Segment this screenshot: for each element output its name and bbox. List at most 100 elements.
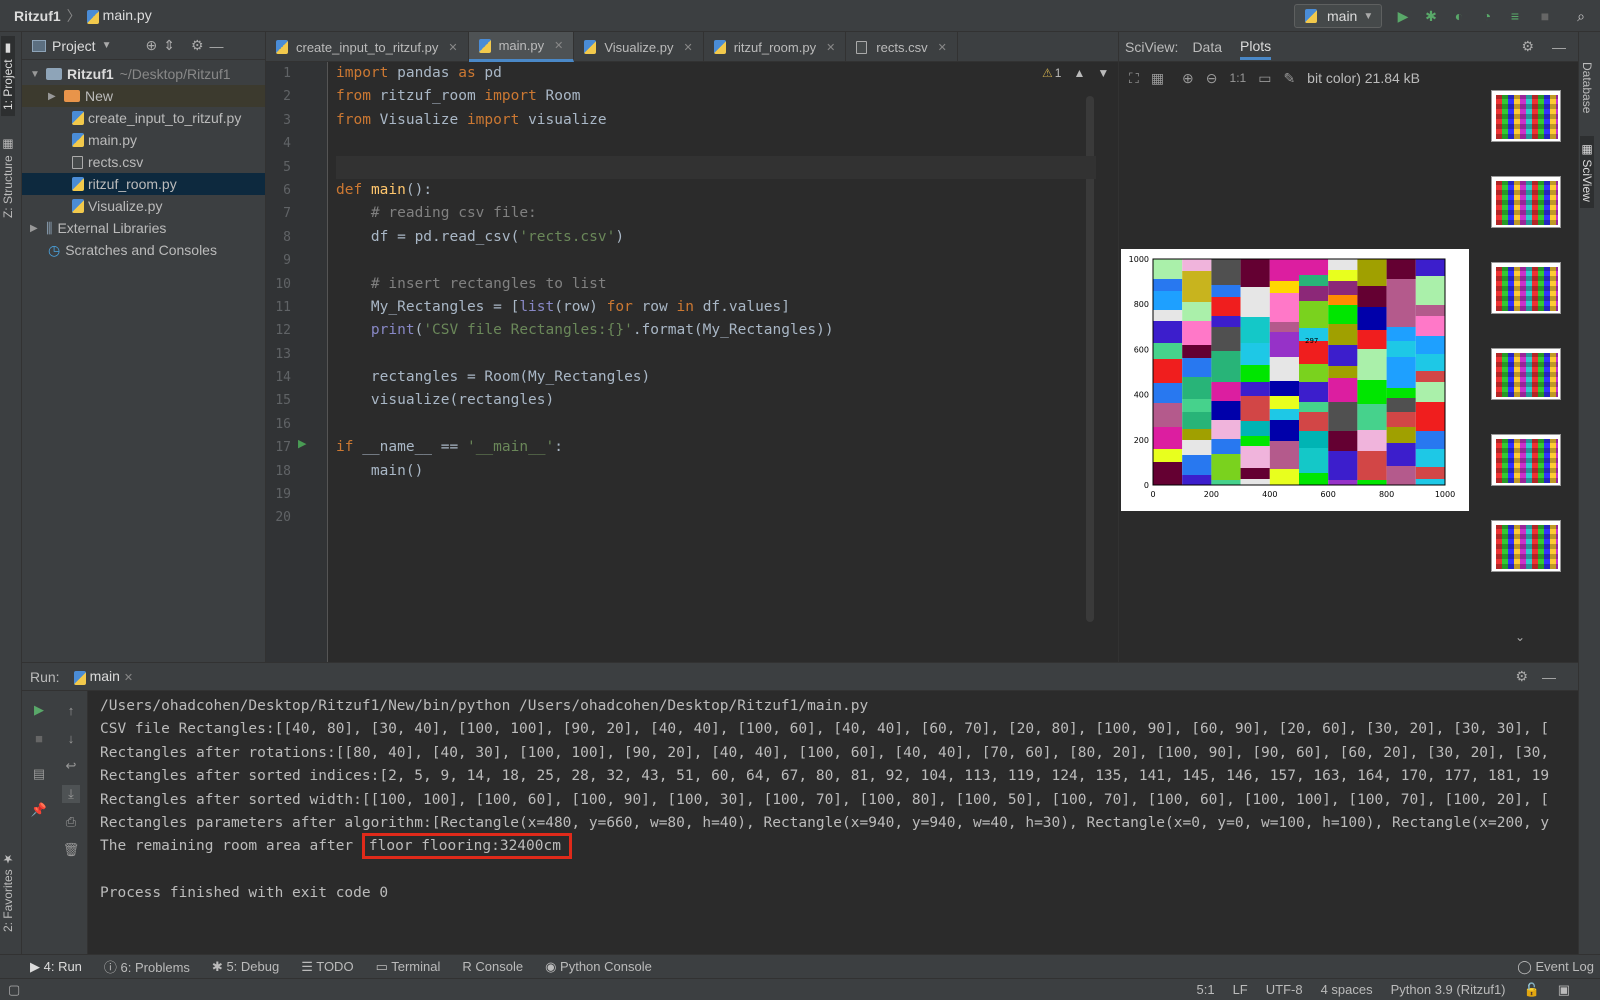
hide-icon[interactable]: — (210, 38, 224, 54)
tree-root[interactable]: ▼ Ritzuf1 ~/Desktop/Ritzuf1 (22, 63, 265, 85)
code-content[interactable]: import pandas as pd from ritzuf_room imp… (336, 62, 1096, 662)
tab-rects-csv[interactable]: rects.csv ✕ (846, 32, 958, 62)
close-icon[interactable]: ✕ (683, 41, 692, 54)
plot-thumbnail[interactable] (1491, 262, 1561, 314)
stop-icon[interactable]: ■ (30, 729, 48, 747)
tab-run-tool[interactable]: ▶ 4: Run (30, 959, 82, 975)
hide-icon[interactable]: — (1542, 669, 1556, 685)
run-gutter-icon[interactable]: ▶ (298, 437, 306, 450)
trash-icon[interactable]: 🗑 (62, 841, 80, 859)
breadcrumb-project[interactable]: Ritzuf1 (14, 8, 61, 24)
event-log-button[interactable]: ◯ Event Log (1517, 959, 1594, 975)
tab-ritzuf-room[interactable]: ritzuf_room.py ✕ (704, 32, 847, 62)
close-icon[interactable]: ✕ (938, 41, 947, 54)
tab-plots[interactable]: Plots (1240, 33, 1272, 60)
tree-item-visualize[interactable]: Visualize.py (22, 195, 265, 217)
tree-item-create-input[interactable]: create_input_to_ritzuf.py (22, 107, 265, 129)
tab-python-console-tool[interactable]: ◉ Python Console (545, 959, 652, 975)
plot-rectangle (1182, 321, 1212, 345)
grid-icon[interactable]: ▦ (1151, 70, 1164, 87)
line-separator[interactable]: LF (1233, 982, 1248, 997)
tab-main[interactable]: main.py ✕ (468, 32, 575, 62)
tab-project-tool[interactable]: 1: Project ▮ (1, 36, 15, 117)
scroll-to-end-icon[interactable]: ⤓ (62, 785, 80, 803)
plot-thumbnail[interactable] (1491, 90, 1561, 142)
collapse-all-icon[interactable]: ⇕ (163, 37, 175, 54)
plot-rectangle (1357, 480, 1387, 485)
console-output[interactable]: /Users/ohadcohen/Desktop/Ritzuf1/New/bin… (100, 691, 1578, 955)
tab-favorites-tool[interactable]: 2: Favorites ★ (1, 846, 15, 938)
close-icon[interactable]: ✕ (826, 41, 835, 54)
expand-arrow-icon[interactable]: ▶ (30, 223, 42, 234)
tab-problems-tool[interactable]: ⓘ 6: Problems (104, 957, 190, 976)
caret-position[interactable]: 5:1 (1196, 982, 1214, 997)
run-with-concurrency-icon[interactable]: ≡ (1506, 7, 1524, 25)
locate-icon[interactable]: ⊕ (145, 37, 157, 54)
tree-item-external-libraries[interactable]: ▶ ⫼ External Libraries (22, 217, 265, 239)
plot-thumbnail[interactable] (1491, 348, 1561, 400)
tree-item-ritzuf-room[interactable]: ritzuf_room.py (22, 173, 265, 195)
zoom-in-icon[interactable]: ⊕ (1182, 70, 1194, 87)
tab-terminal-tool[interactable]: ▭ Terminal (376, 959, 441, 975)
file-encoding[interactable]: UTF-8 (1266, 982, 1303, 997)
hide-icon[interactable]: — (1552, 39, 1566, 55)
chevron-down-icon[interactable]: ▼ (102, 40, 112, 51)
tab-debug-tool[interactable]: ✱ 5: Debug (212, 959, 279, 975)
project-panel-title[interactable]: Project (52, 38, 96, 54)
zoom-out-icon[interactable]: ⊖ (1206, 70, 1218, 87)
soft-wrap-icon[interactable]: ↩ (62, 757, 80, 775)
chevron-down-icon[interactable]: ⌄ (1515, 630, 1525, 644)
next-highlight-icon[interactable]: ▼ (1097, 66, 1109, 80)
stop-icon[interactable]: ■ (1536, 7, 1554, 25)
run-icon[interactable]: ▶ (1394, 7, 1412, 25)
profile-icon[interactable]: ◔ (1478, 7, 1496, 25)
background-icon[interactable]: ▭ (1258, 70, 1271, 87)
pin-icon[interactable]: 📌 (30, 801, 48, 819)
tree-item-rects-csv[interactable]: rects.csv (22, 151, 265, 173)
scroll-down-icon[interactable]: ↓ (62, 729, 80, 747)
tab-structure-tool[interactable]: Z: Structure ▦ (1, 132, 15, 224)
tree-item-new-folder[interactable]: ▶ New (22, 85, 265, 107)
gear-icon[interactable]: ⚙ (1521, 38, 1534, 55)
print-icon[interactable]: ⎙ (62, 813, 80, 831)
scroll-up-icon[interactable]: ↑ (62, 701, 80, 719)
plot-thumbnail[interactable] (1491, 176, 1561, 228)
run-configuration-select[interactable]: main ▼ (1294, 4, 1382, 28)
close-icon[interactable]: ✕ (124, 672, 133, 684)
tab-data[interactable]: Data (1192, 39, 1222, 55)
tool-windows-icon[interactable]: ▢ (8, 982, 20, 998)
tab-sciview-tool[interactable]: ▦ SciView (1580, 136, 1594, 208)
indent-setting[interactable]: 4 spaces (1321, 982, 1373, 997)
close-icon[interactable]: ✕ (448, 41, 457, 54)
layout-icon[interactable]: ▤ (30, 765, 48, 783)
gear-icon[interactable]: ⚙ (1515, 668, 1528, 685)
tab-create-input[interactable]: create_input_to_ritzuf.py ✕ (266, 32, 469, 62)
debug-icon[interactable]: ✱ (1422, 7, 1440, 25)
color-picker-icon[interactable]: ✎ (1283, 70, 1295, 87)
plot-thumbnail[interactable] (1491, 434, 1561, 486)
main-plot[interactable]: 1000 800 600 400 200 0 0 200 400 600 800 1000 297 (1121, 249, 1469, 511)
tab-database-tool[interactable]: Database (1580, 56, 1594, 119)
tree-item-main[interactable]: main.py (22, 129, 265, 151)
breadcrumb-file[interactable]: main.py (86, 7, 152, 24)
run-tab-main[interactable]: main ✕ (73, 668, 133, 685)
actual-size-button[interactable]: 1:1 (1230, 71, 1247, 85)
rerun-icon[interactable]: ▶ (30, 701, 48, 719)
lock-icon[interactable]: 🔓 (1524, 982, 1540, 998)
plot-rectangle (1328, 402, 1358, 431)
coverage-icon[interactable]: ◐ (1450, 7, 1468, 25)
fit-to-window-icon[interactable]: ⛶ (1129, 70, 1139, 87)
tree-item-scratches[interactable]: ◷ Scratches and Consoles (22, 239, 265, 261)
gear-icon[interactable]: ⚙ (191, 37, 204, 54)
expand-arrow-icon[interactable]: ▶ (48, 91, 60, 102)
python-interpreter[interactable]: Python 3.9 (Ritzuf1) (1391, 982, 1506, 997)
plot-thumbnail[interactable] (1491, 520, 1561, 572)
tab-todo-tool[interactable]: ☰ TODO (301, 959, 353, 975)
tab-visualize[interactable]: Visualize.py ✕ (574, 32, 704, 62)
close-icon[interactable]: ✕ (554, 39, 563, 52)
tab-r-console-tool[interactable]: R Console (462, 959, 523, 974)
memory-icon[interactable]: ▣ (1558, 982, 1570, 998)
expand-arrow-icon[interactable]: ▼ (30, 69, 42, 80)
run-panel-header: Run: main ✕ ⚙ — (22, 663, 1578, 691)
search-icon[interactable]: ⌕ (1572, 7, 1590, 25)
